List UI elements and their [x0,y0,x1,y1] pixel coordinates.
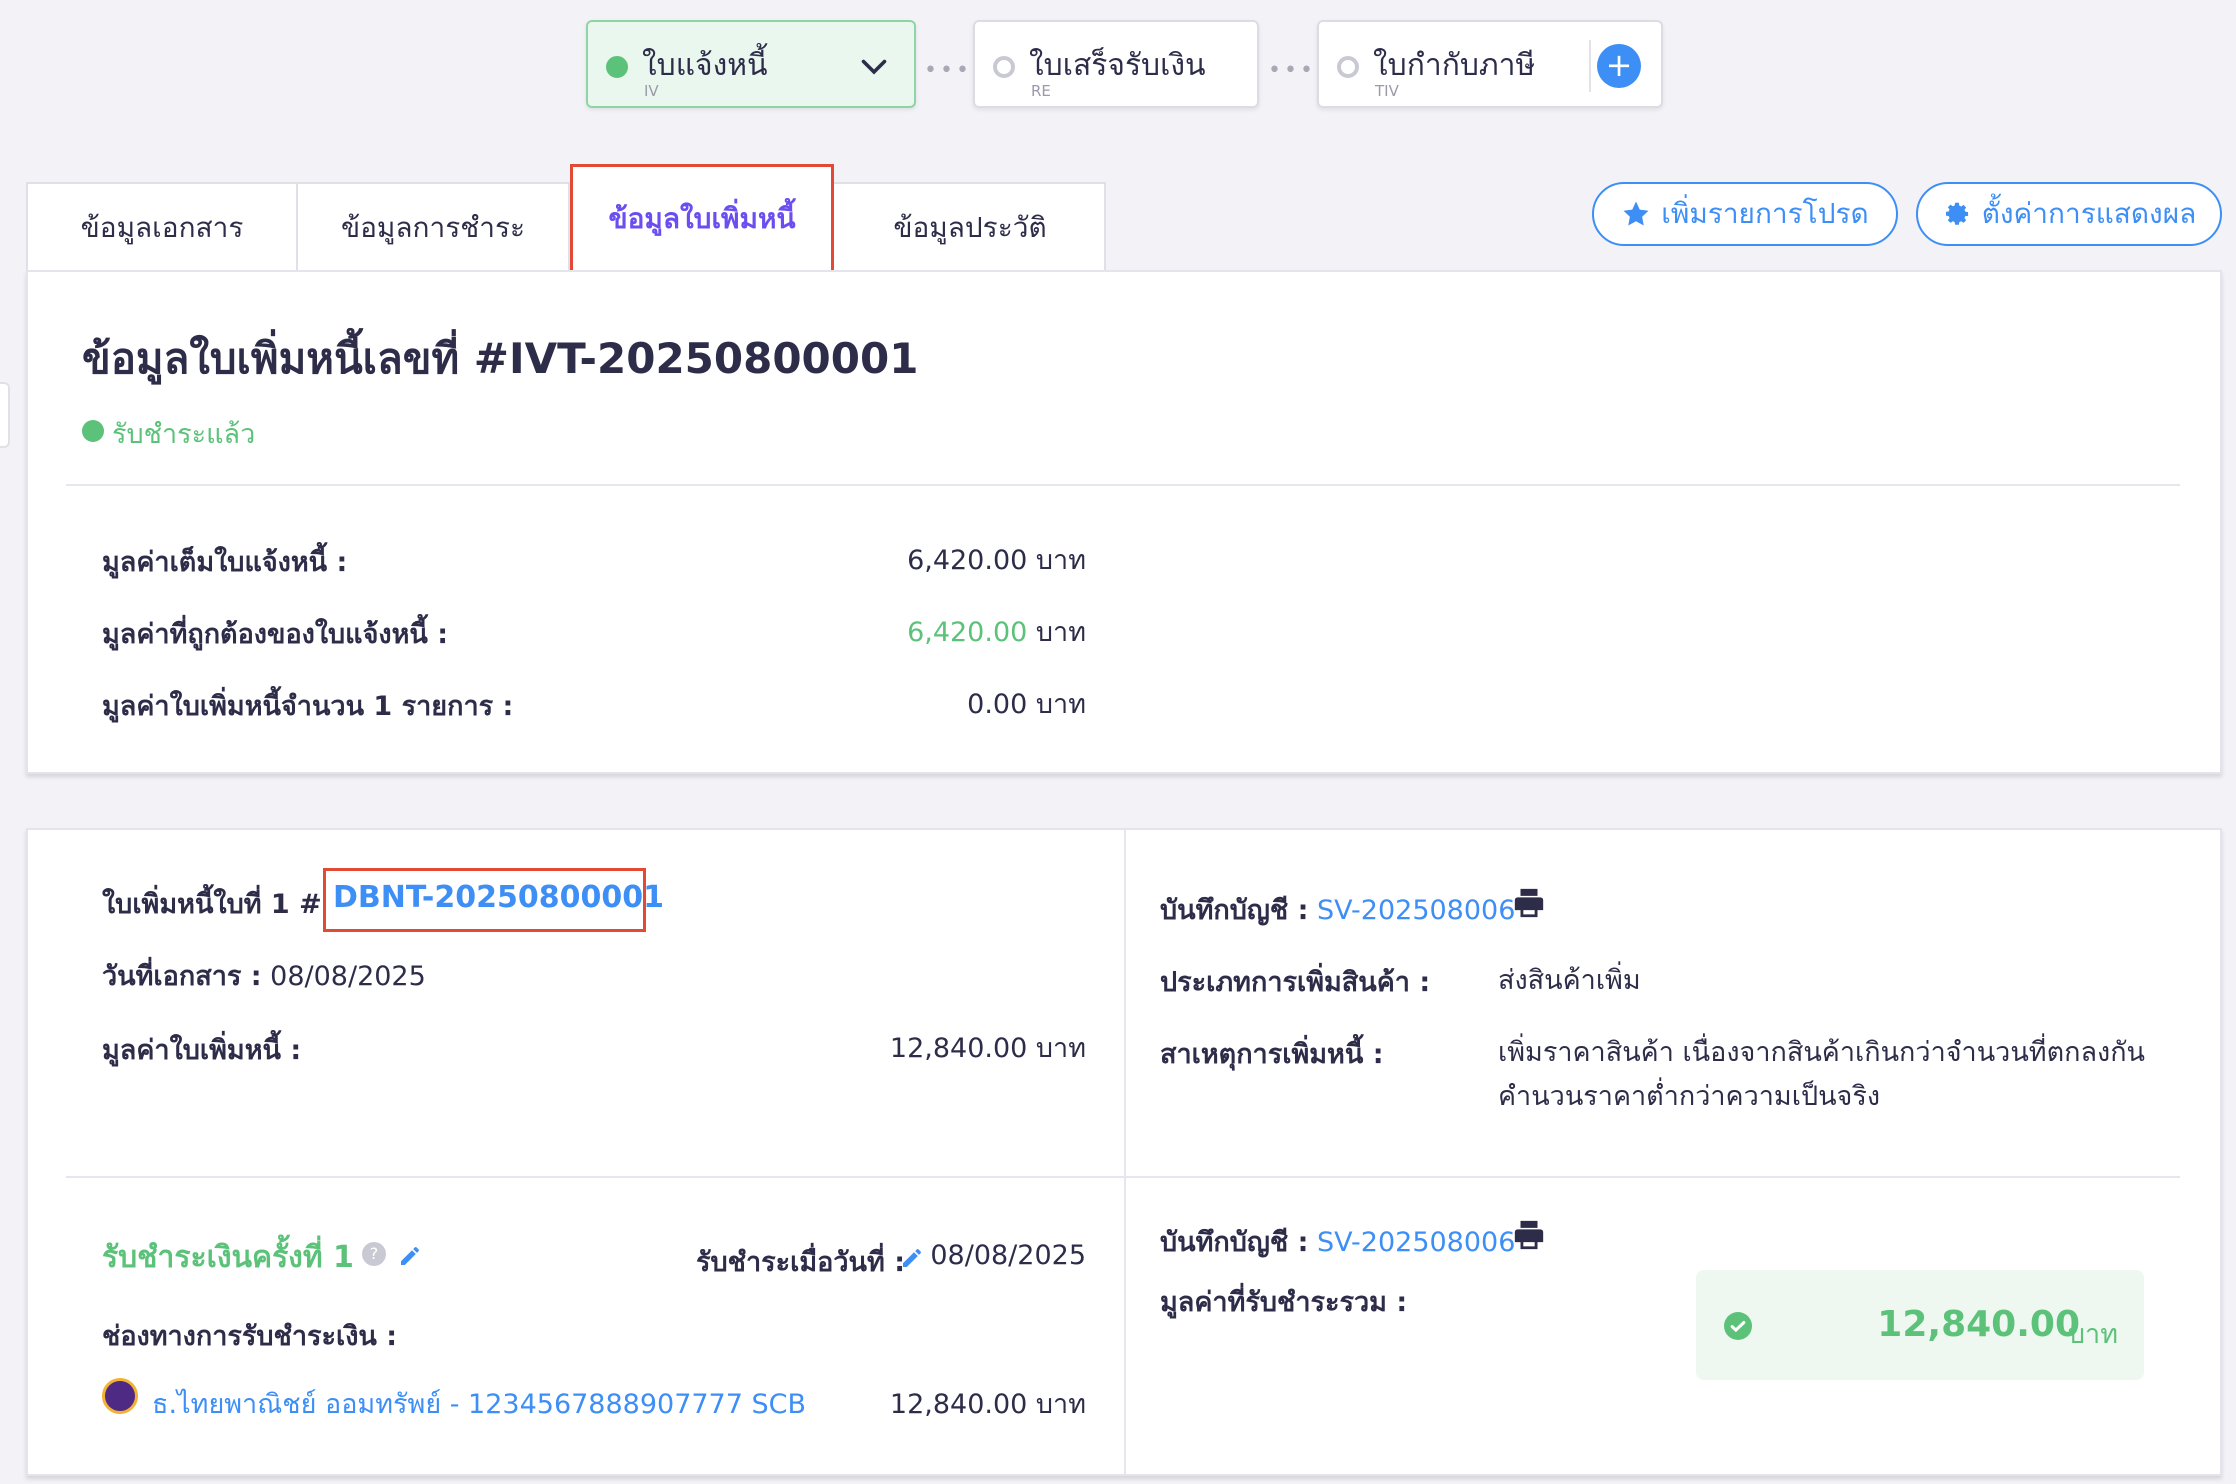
tab-payment-info[interactable]: ข้อมูลการชำระ [298,184,570,272]
chevron-down-icon[interactable] [856,48,892,84]
journal-link[interactable]: SV-202508006 [1317,1227,1515,1258]
divider [66,484,2180,486]
step-receipt[interactable]: ใบเสร็จรับเงิน RE [973,20,1259,108]
debit-note-total-label: มูลค่าใบเพิ่มหนี้จำนวน 1 รายการ : [102,691,514,722]
add-icon[interactable]: + [1597,44,1641,88]
payment-title: รับชำระเงินครั้งที่ 1 [102,1240,354,1275]
add-favorite-label: เพิ่มรายการโปรด [1661,197,1869,230]
tab-debit-note-info[interactable]: ข้อมูลใบเพิ่มหนี้ [573,175,831,263]
full-invoice-value: 6,420.00 บาท [907,545,1086,576]
gear-icon [1945,202,1968,225]
journal-link[interactable]: SV-202508006 [1317,895,1515,926]
tab-history[interactable]: ข้อมูลประวัติ [836,184,1106,272]
total-received-box: 12,840.00 บาท [1696,1270,2144,1380]
payment-channel[interactable]: ธ.ไทยพาณิชย์ ออมทรัพย์ - 123456788890777… [152,1382,806,1425]
check-circle-icon [1724,1312,1752,1340]
payment-journal-entry: บันทึกบัญชี : SV-202508006 [1160,1227,1516,1258]
print-icon[interactable] [1512,886,1546,920]
print-icon[interactable] [1512,1218,1546,1252]
step-connector: ••• [924,58,972,83]
debit-note-number-link[interactable]: DBNT-20250800001 [333,880,664,915]
status-dot-icon [993,56,1015,78]
total-received-amount: 12,840.00 [1877,1304,2080,1345]
add-type-value: ส่งสินค้าเพิ่ม [1498,965,1641,996]
add-favorite-button[interactable]: เพิ่มรายการโปรด [1592,182,1898,246]
debit-note-amount: 12,840.00 บาท [889,1033,1086,1064]
step-invoice-label: ใบแจ้งหนี้ [642,48,768,83]
status-dot-icon [1337,56,1359,78]
full-invoice-value-label: มูลค่าเต็มใบแจ้งหนี้ : [102,547,348,578]
star-icon [1623,201,1649,226]
step-tax-invoice-code: TIV [1375,82,1399,100]
tab-document-info[interactable]: ข้อมูลเอกสาร [28,184,298,272]
status-dot-icon [82,420,104,442]
divider [1589,40,1591,92]
reason-label: สาเหตุการเพิ่มหนี้ : [1160,1039,1384,1070]
payment-channel-amount: 12,840.00 บาท [889,1389,1086,1420]
correct-invoice-value: 6,420.00 บาท [907,617,1086,648]
step-receipt-code: RE [1031,82,1051,100]
total-received-unit: บาท [2067,1319,2118,1350]
scb-bank-logo-icon [102,1378,138,1414]
step-tax-invoice[interactable]: ใบกำกับภาษี TIV + [1317,20,1663,108]
payment-channel-label: ช่องทางการรับชำระเงิน : [102,1321,398,1352]
journal-entry: บันทึกบัญชี : SV-202508006 [1160,895,1516,926]
payment-date: 08/08/2025 [930,1240,1086,1271]
page-title: ข้อมูลใบเพิ่มหนี้เลขที่ #IVT-20250800001 [82,334,919,383]
step-connector: ••• [1268,58,1316,83]
total-received-label: มูลค่าที่รับชำระรวม : [1160,1287,1408,1318]
correct-invoice-value-label: มูลค่าที่ถูกต้องของใบแจ้งหนี้ : [102,619,449,650]
status-badge: รับชำระแล้ว [112,419,256,450]
document-date: วันที่เอกสาร : 08/08/2025 [102,961,426,992]
debit-note-amount-label: มูลค่าใบเพิ่มหนี้ : [102,1035,302,1066]
display-settings-label: ตั้งค่าการแสดงผล [1981,197,2197,230]
help-icon[interactable]: ? [362,1242,386,1266]
reason-line-1: เพิ่มราคาสินค้า เนื่องจากสินค้าเกินกว่าจ… [1498,1037,2145,1068]
display-settings-button[interactable]: ตั้งค่าการแสดงผล [1916,182,2222,246]
status-dot-icon [606,56,628,78]
debit-note-title: ใบเพิ่มหนี้ใบที่ 1 # [102,889,322,920]
edit-icon[interactable] [398,1244,422,1268]
tab-debit-note-highlight: ข้อมูลใบเพิ่มหนี้ [570,164,834,274]
step-receipt-label: ใบเสร็จรับเงิน [1029,48,1206,83]
side-panel-handle[interactable] [0,382,10,448]
divider [66,1176,2180,1178]
divider [1124,830,1126,1474]
step-invoice[interactable]: ใบแจ้งหนี้ IV [586,20,916,108]
add-type-label: ประเภทการเพิ่มสินค้า : [1160,967,1431,998]
step-invoice-code: IV [644,82,659,100]
reason-line-2: คำนวนราคาต่ำกว่าความเป็นจริง [1498,1081,1881,1112]
edit-icon[interactable] [900,1246,924,1270]
payment-date-label: รับชำระเมื่อวันที่ : [696,1247,905,1278]
debit-note-total-value: 0.00 บาท [967,689,1086,720]
tab-bar: ข้อมูลเอกสาร ข้อมูลการชำระ ข้อมูลประวัติ [26,182,1106,272]
